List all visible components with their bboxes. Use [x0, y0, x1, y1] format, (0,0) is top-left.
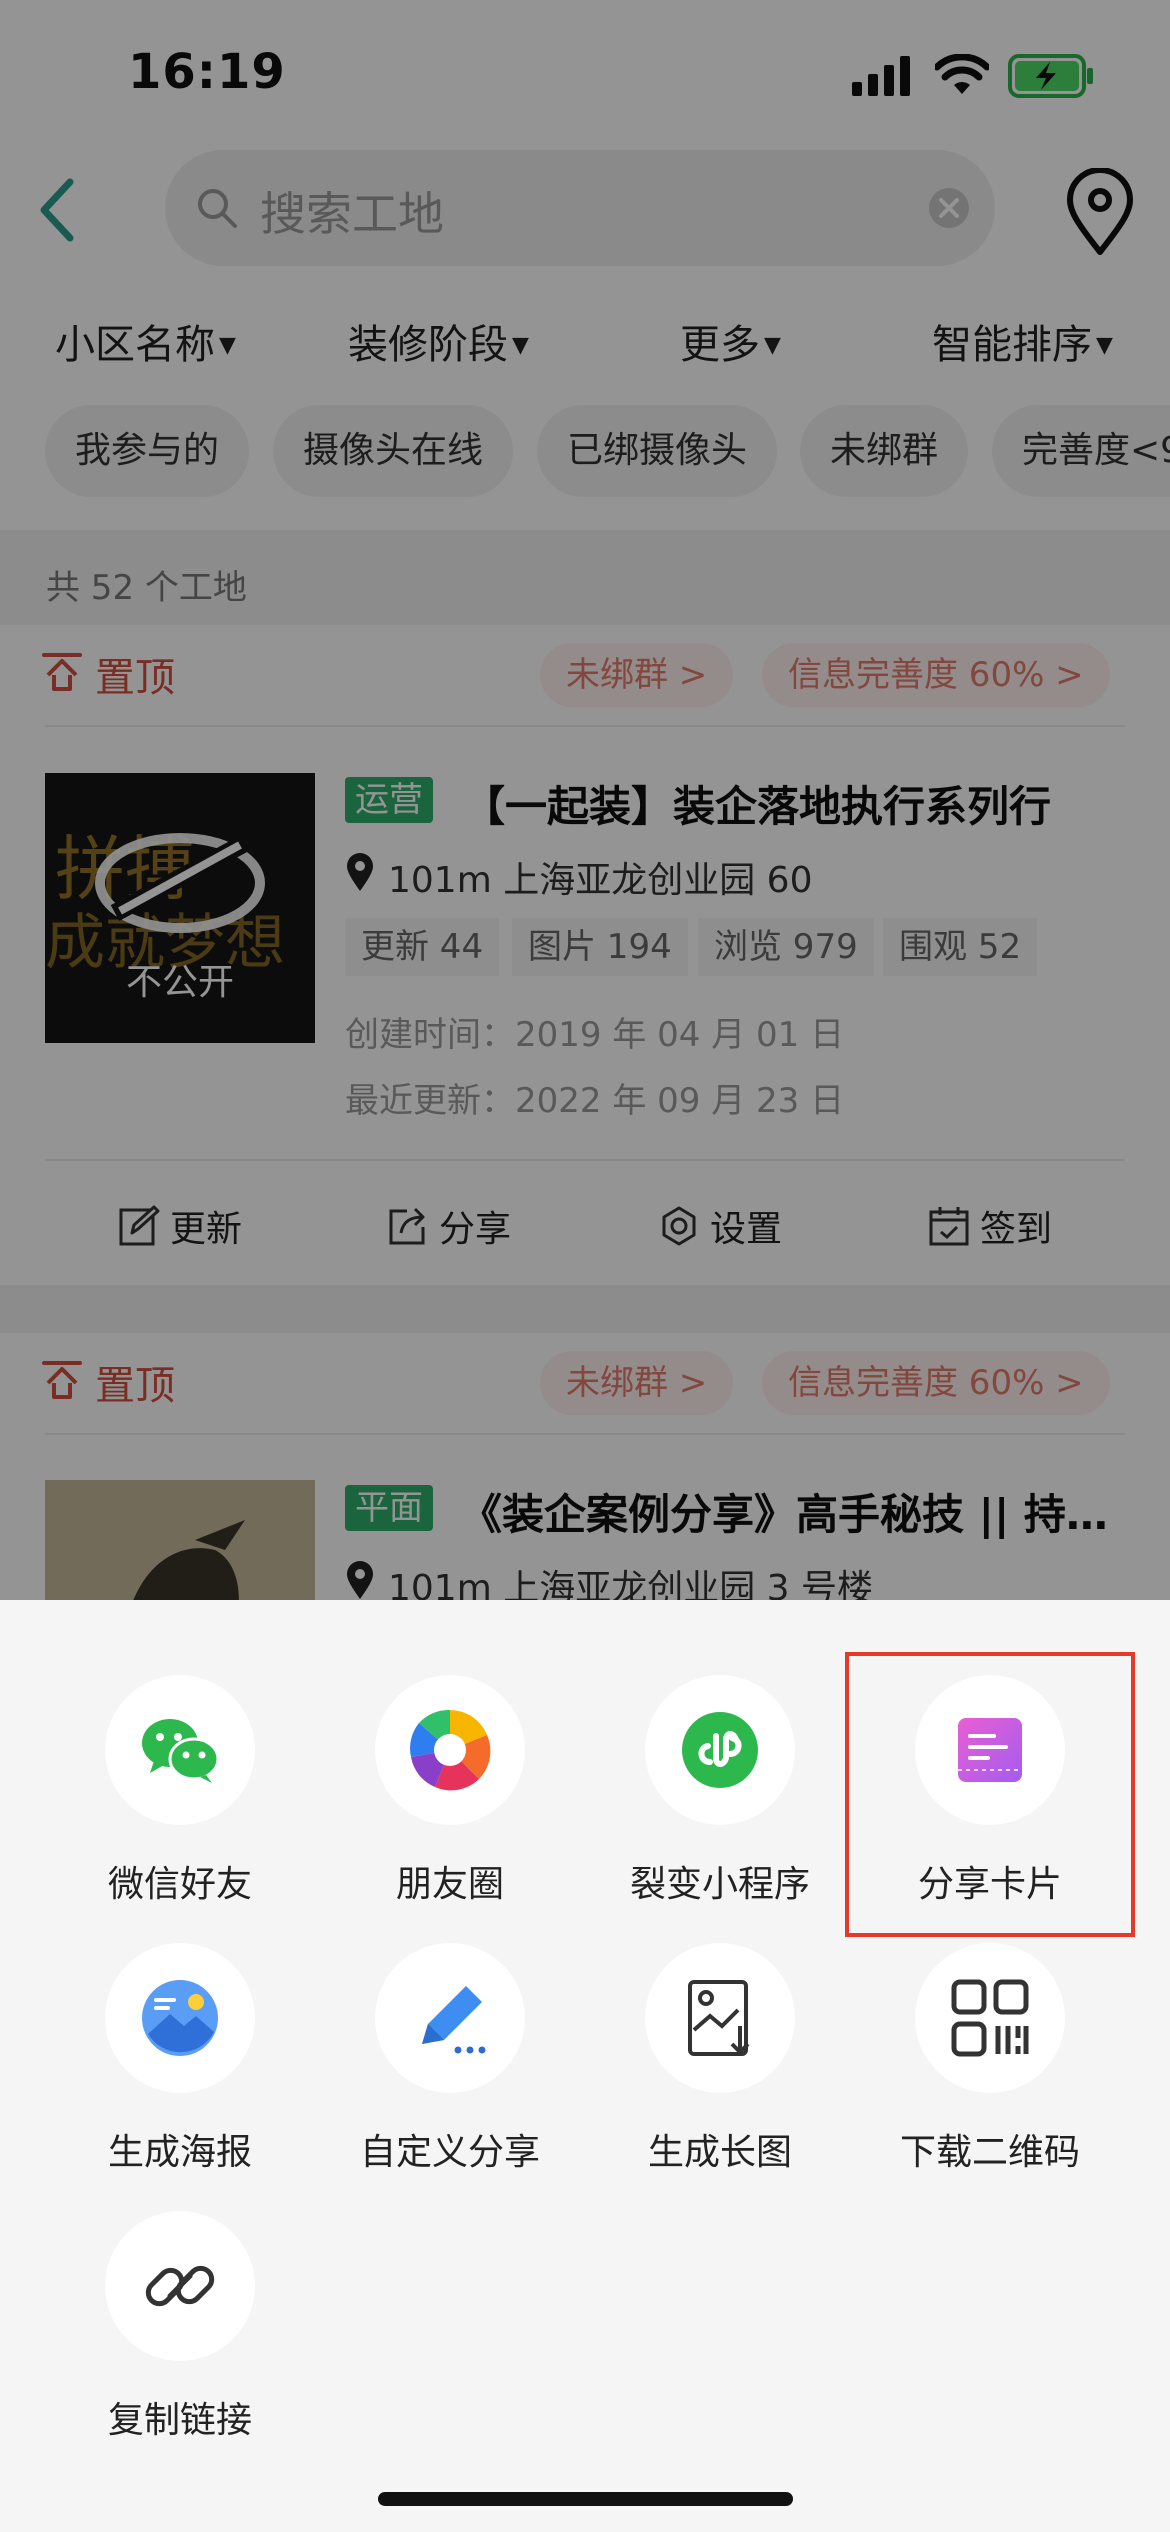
share-long-image[interactable]: 生成长图	[585, 1943, 855, 2175]
long-image-icon	[645, 1943, 795, 2093]
wechat-icon	[105, 1675, 255, 1825]
share-moments-label: 朋友圈	[395, 1864, 504, 1905]
share-poster-label: 生成海报	[107, 2132, 252, 2173]
share-custom-label: 自定义分享	[359, 2132, 540, 2173]
mini-program-icon	[645, 1675, 795, 1825]
highlight-annotation	[845, 1652, 1135, 1937]
modal-backdrop[interactable]	[0, 0, 1170, 1600]
share-custom[interactable]: 自定义分享	[315, 1943, 585, 2175]
share-qr-code[interactable]: 下载二维码	[855, 1943, 1125, 2175]
moments-icon	[375, 1675, 525, 1825]
copy-link[interactable]: 复制链接	[45, 2211, 315, 2443]
share-poster[interactable]: 生成海报	[45, 1943, 315, 2175]
poster-icon	[105, 1943, 255, 2093]
share-mini-program-label: 裂变小程序	[629, 1864, 810, 1905]
copy-link-label: 复制链接	[107, 2400, 252, 2441]
link-icon	[105, 2211, 255, 2361]
share-long-image-label: 生成长图	[647, 2132, 792, 2173]
pen-icon	[375, 1943, 525, 2093]
qr-code-icon	[915, 1943, 1065, 2093]
share-wechat-friend[interactable]: 微信好友	[45, 1675, 315, 1907]
home-indicator[interactable]	[378, 2492, 793, 2506]
share-mini-program[interactable]: 裂变小程序	[585, 1675, 855, 1907]
share-moments[interactable]: 朋友圈	[315, 1675, 585, 1907]
share-qr-code-label: 下载二维码	[899, 2132, 1080, 2173]
share-wechat-friend-label: 微信好友	[107, 1864, 252, 1905]
